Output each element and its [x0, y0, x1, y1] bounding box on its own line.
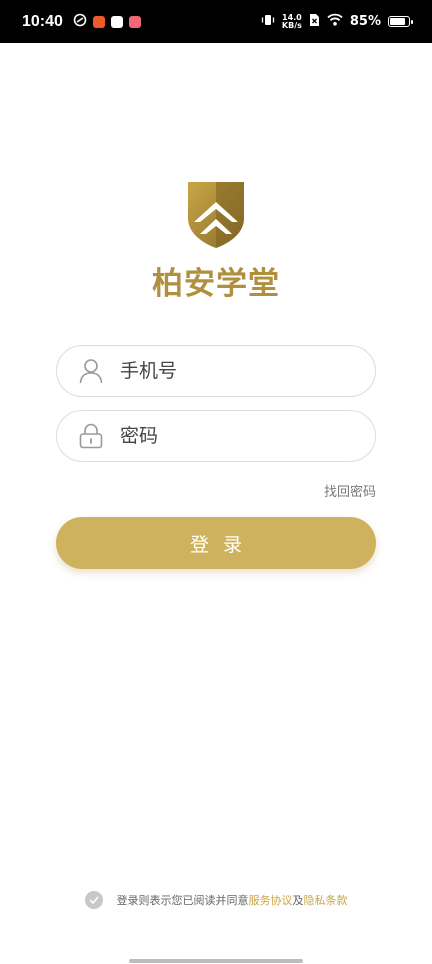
battery-icon	[388, 16, 413, 27]
status-bar-right: 14.0 KB/s 85%	[261, 13, 413, 31]
battery-percent: 85%	[349, 14, 381, 29]
agreement-conjunction: 及	[292, 894, 304, 907]
network-speed-unit: KB/s	[281, 20, 302, 30]
user-icon	[79, 359, 103, 384]
agreement-text: 登录则表示您已阅读并同意	[116, 894, 249, 907]
brand-name: 柏安学堂	[152, 266, 280, 302]
app-notification-icon	[92, 15, 105, 28]
network-speed: 14.0 KB/s	[281, 13, 302, 30]
home-indicator[interactable]	[129, 959, 303, 963]
terms-of-service-link[interactable]: 服务协议	[249, 892, 293, 908]
agreement: 登录则表示您已阅读并同意 服务协议 及 隐私条款	[0, 891, 432, 909]
password-field[interactable]	[56, 410, 376, 462]
app-notification-icon	[128, 15, 141, 28]
app-notification-icon	[73, 12, 87, 31]
logo: 柏安学堂	[0, 178, 432, 303]
phone-input[interactable]	[120, 360, 340, 382]
no-sim-icon	[309, 13, 320, 31]
privacy-policy-link[interactable]: 隐私条款	[304, 892, 348, 908]
shield-logo-icon	[188, 182, 244, 248]
wifi-icon	[327, 13, 343, 30]
login-button[interactable]: 登录	[56, 517, 376, 569]
lock-icon	[79, 423, 103, 449]
status-bar-left: 10:40	[22, 12, 141, 31]
check-icon	[88, 896, 99, 904]
vibrate-icon	[261, 13, 275, 31]
password-input[interactable]	[120, 425, 340, 447]
forgot-password-link[interactable]: 找回密码	[324, 481, 376, 500]
agree-checkbox[interactable]	[84, 891, 103, 909]
phone-field[interactable]	[56, 345, 376, 397]
mail-notification-icon	[110, 15, 123, 28]
status-time: 10:40	[22, 12, 63, 30]
battery-fill	[390, 18, 406, 25]
status-bar: 10:40 14.0 KB/s 85%	[0, 0, 432, 43]
